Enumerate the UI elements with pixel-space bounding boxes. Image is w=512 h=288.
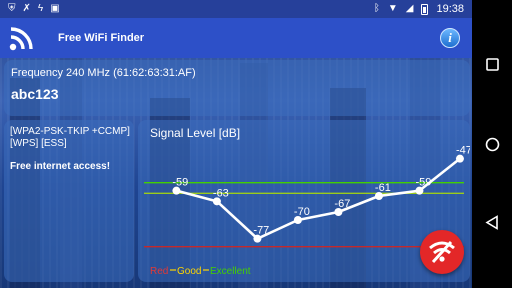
- signal-off-icon: ◢: [405, 3, 414, 14]
- data-label: -77: [253, 225, 269, 237]
- wifi-icon: ▼: [387, 3, 398, 14]
- bluetooth-icon: ᛒ: [373, 3, 380, 14]
- network-details-card: [WPA2-PSK-TKIP +CCMP] [WPS] [ESS] Free i…: [4, 120, 134, 282]
- data-label: -63: [213, 187, 229, 199]
- network-ssid: abc123: [11, 86, 59, 102]
- android-icon: ▣: [50, 3, 60, 14]
- app-title: Free WiFi Finder: [58, 32, 145, 44]
- circle-icon: [485, 137, 499, 151]
- android-nav-bar: [472, 0, 512, 288]
- legend-item: Excellent: [210, 266, 251, 277]
- battery-icon: [421, 3, 429, 15]
- wifi-rss-icon: [9, 27, 33, 51]
- data-label: -67: [334, 198, 350, 210]
- status-time: 19:38: [436, 3, 464, 15]
- data-label: -61: [375, 182, 391, 194]
- status-bar: ⛨ ✗ ϟ ▣ ᛒ ▼ ◢ 19:38: [0, 0, 472, 18]
- home-button[interactable]: [484, 136, 500, 152]
- missed-call-icon: ✗: [22, 3, 31, 14]
- data-label: -59: [172, 177, 188, 189]
- network-header-card: Frequency 240 MHz (61:62:63:31:AF) abc12…: [4, 60, 470, 116]
- square-icon: [485, 57, 499, 71]
- frequency-text: Frequency 240 MHz (61:62:63:31:AF): [11, 67, 196, 79]
- wifi-off-button[interactable]: [420, 230, 464, 274]
- triangle-back-icon: [485, 214, 498, 230]
- data-label: -59: [415, 177, 431, 189]
- security-info: [WPA2-PSK-TKIP +CCMP] [WPS] [ESS]: [10, 126, 130, 149]
- flash-off-icon: ϟ: [37, 3, 44, 14]
- app-bar: Free WiFi Finder i: [0, 18, 472, 58]
- chart-title: Signal Level [dB]: [150, 126, 240, 140]
- back-button[interactable]: [484, 214, 500, 230]
- legend-item: Red: [150, 266, 168, 277]
- access-note: Free internet access!: [10, 161, 111, 172]
- app-screen: ⛨ ✗ ϟ ▣ ᛒ ▼ ◢ 19:38 Free WiFi Finder i F…: [0, 0, 472, 288]
- legend-item: Good: [177, 266, 201, 277]
- recent-apps-button[interactable]: [484, 56, 500, 72]
- data-label: -70: [294, 206, 310, 218]
- wifi-off-icon: [429, 241, 455, 263]
- info-icon[interactable]: i: [440, 28, 460, 48]
- data-label: -47: [456, 145, 470, 157]
- shield-icon: ⛨: [8, 3, 16, 14]
